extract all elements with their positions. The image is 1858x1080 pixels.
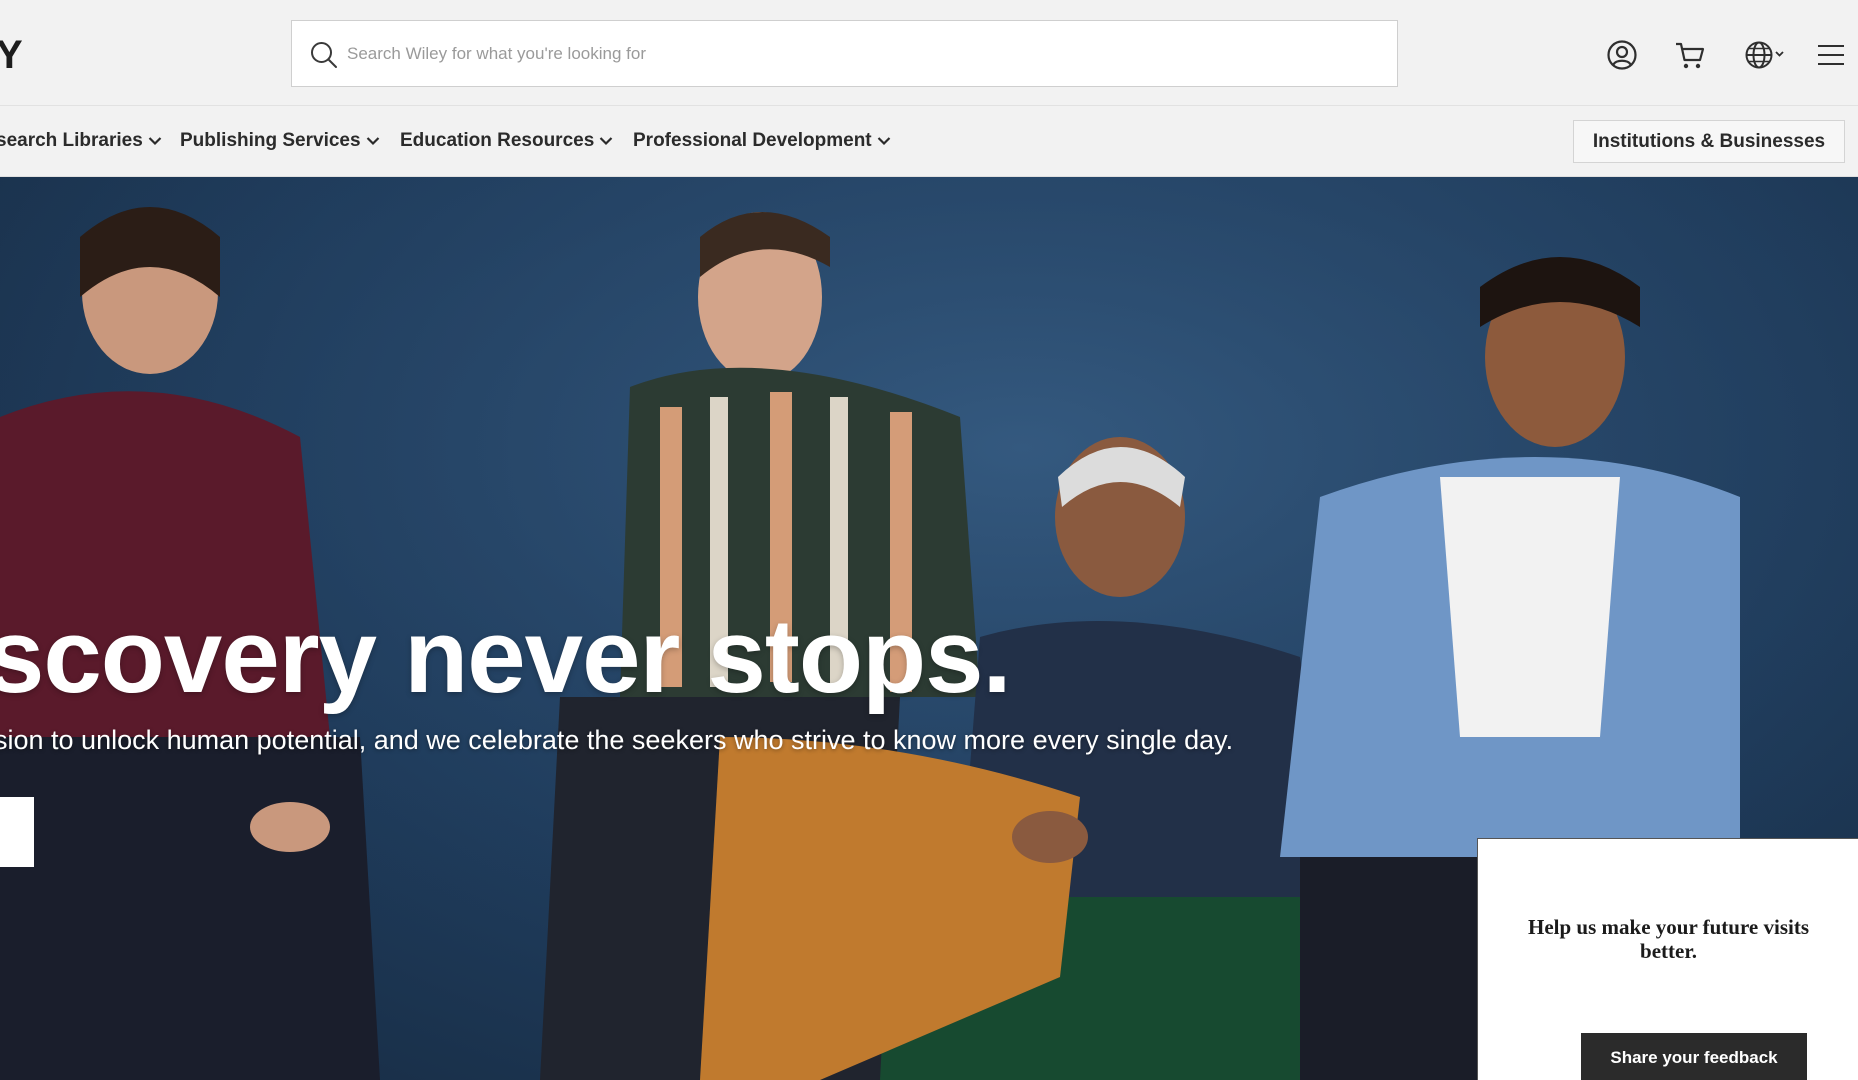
- chevron-down-icon: [600, 137, 613, 146]
- chevron-down-icon: [148, 137, 162, 146]
- nav-item-publishing-services[interactable]: Publishing Services: [180, 106, 380, 176]
- main-nav: search Libraries Publishing Services Edu…: [0, 106, 1858, 177]
- feedback-message: Help us make your future visits better.: [1528, 915, 1809, 963]
- nav-item-label: search Libraries: [0, 130, 143, 151]
- search-box[interactable]: [291, 20, 1398, 87]
- nav-item-education-resources[interactable]: Education Resources: [400, 106, 613, 176]
- hero-subtitle: sion to unlock human potential, and we c…: [0, 725, 1234, 755]
- account-icon[interactable]: [1605, 38, 1639, 72]
- search-input[interactable]: [345, 21, 1385, 86]
- nav-item-label: Education Resources: [400, 130, 595, 151]
- site-header: Y: [0, 0, 1858, 106]
- wiley-logo[interactable]: Y: [0, 30, 23, 80]
- share-feedback-button[interactable]: Share your feedback: [1581, 1033, 1807, 1080]
- hero-title: scovery never stops.: [0, 598, 1012, 715]
- nav-item-label: Publishing Services: [180, 130, 361, 151]
- chevron-down-icon: [366, 137, 379, 146]
- globe-icon[interactable]: [1744, 38, 1786, 72]
- search-icon: [311, 42, 337, 68]
- nav-item-professional-development[interactable]: Professional Development: [633, 106, 891, 176]
- feedback-panel: Help us make your future visits better. …: [1477, 838, 1858, 1080]
- hero-cta-button[interactable]: [0, 797, 34, 867]
- chevron-down-icon: [877, 137, 890, 146]
- nav-item-label: Professional Development: [633, 130, 872, 151]
- cart-icon[interactable]: [1673, 38, 1707, 72]
- menu-icon[interactable]: [1814, 38, 1848, 72]
- nav-item-research-libraries[interactable]: search Libraries: [0, 106, 162, 176]
- institutions-businesses-button[interactable]: Institutions & Businesses: [1573, 120, 1845, 163]
